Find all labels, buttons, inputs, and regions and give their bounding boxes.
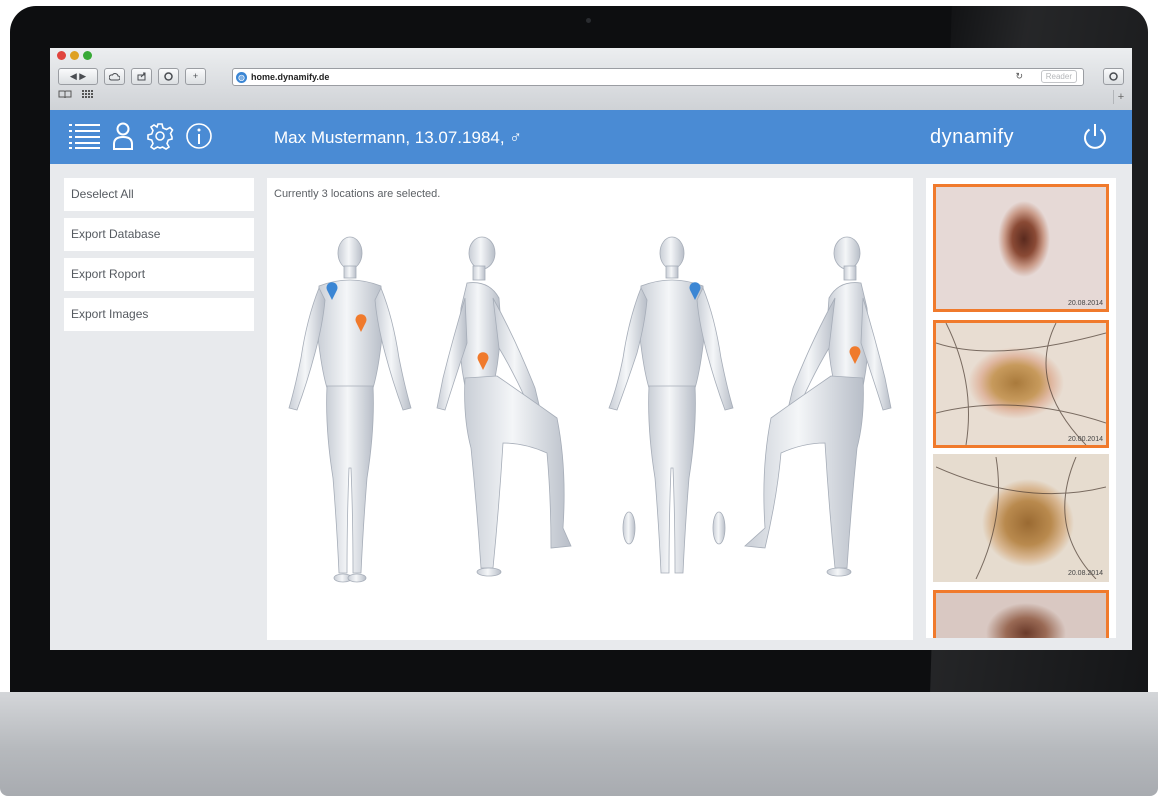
share-icon: [137, 72, 145, 81]
forward-arrow-icon[interactable]: ▶: [79, 72, 86, 81]
image-date: 20.00.2014: [1067, 436, 1103, 443]
address-bar[interactable]: ◍ home.dynamify.de ↻ Reader: [232, 68, 1084, 86]
body-back-figure[interactable]: [608, 236, 734, 574]
minimize-window-button[interactable]: [70, 51, 79, 60]
selection-status: Currently 3 locations are selected.: [274, 188, 441, 200]
screen: ◀ ▶ + ◍ home.dynamify.de ↻ Reader + Max …: [50, 48, 1132, 650]
zoom-window-button[interactable]: [83, 51, 92, 60]
cloud-icon: [109, 72, 120, 80]
brand-logo: dynamify: [930, 126, 1015, 148]
browser-toolbar: ◀ ▶ +: [58, 68, 206, 85]
deselect-all-button[interactable]: Deselect All: [64, 178, 254, 211]
downloads-button[interactable]: [1103, 68, 1124, 85]
export-report-button[interactable]: Export Roport: [64, 258, 254, 291]
globe-icon: ◍: [236, 71, 247, 83]
reload-icon[interactable]: ↻: [1015, 71, 1023, 82]
url-text[interactable]: home.dynamify.de: [251, 72, 329, 82]
monitor-chin: [0, 692, 1158, 796]
lesion-image-1[interactable]: 20.08.2014: [933, 184, 1109, 312]
browser-chrome: ◀ ▶ + ◍ home.dynamify.de ↻ Reader +: [50, 48, 1132, 111]
power-icon[interactable]: [1082, 123, 1108, 151]
window-controls: [57, 51, 92, 60]
top-sites-button[interactable]: [158, 68, 179, 85]
new-tab-button[interactable]: +: [1113, 90, 1128, 104]
user-icon[interactable]: [112, 122, 134, 150]
record-icon: [164, 72, 173, 81]
back-forward-buttons[interactable]: ◀ ▶: [58, 68, 98, 85]
lesion-image-4[interactable]: [933, 590, 1109, 638]
plus-icon: +: [192, 71, 199, 81]
image-date: 20.08.2014: [1067, 300, 1103, 307]
sidebar: Deselect All Export Database Export Ropo…: [64, 178, 254, 338]
hair-overlay: [936, 457, 1106, 579]
body-left-side-figure[interactable]: [436, 236, 572, 577]
back-arrow-icon[interactable]: ◀: [70, 72, 77, 81]
image-thumbnails-panel: 20.08.2014 20.00.2014 20.08.2014: [926, 178, 1116, 638]
close-window-button[interactable]: [57, 51, 66, 60]
lesion-image-3[interactable]: 20.08.2014: [933, 454, 1109, 582]
reading-list-icon[interactable]: [58, 90, 72, 102]
body-figures: [288, 236, 892, 583]
patient-info: Max Mustermann, 13.07.1984, ♂: [274, 128, 523, 147]
list-icon[interactable]: [69, 122, 100, 150]
export-images-button[interactable]: Export Images: [64, 298, 254, 331]
icloud-button[interactable]: [104, 68, 125, 85]
reader-button[interactable]: Reader: [1040, 70, 1077, 83]
add-bookmark-button[interactable]: +: [185, 68, 206, 85]
camera-icon: [586, 18, 591, 23]
app-header: Max Mustermann, 13.07.1984, ♂ dynamify: [50, 110, 1132, 164]
body-map-panel: Currently 3 locations are selected.: [267, 178, 913, 640]
share-button[interactable]: [131, 68, 152, 85]
record-icon: [1109, 72, 1118, 81]
hair-overlay: [936, 323, 1106, 445]
lesion-image-2[interactable]: 20.00.2014: [933, 320, 1109, 448]
export-database-button[interactable]: Export Database: [64, 218, 254, 251]
grid-icon[interactable]: [82, 90, 93, 102]
bookmarks-bar: [58, 90, 93, 102]
body-front-figure[interactable]: [288, 236, 412, 583]
gear-icon[interactable]: [146, 122, 174, 150]
info-icon[interactable]: [185, 122, 213, 150]
body-right-side-figure[interactable]: [744, 236, 892, 577]
image-date: 20.08.2014: [1067, 570, 1103, 577]
